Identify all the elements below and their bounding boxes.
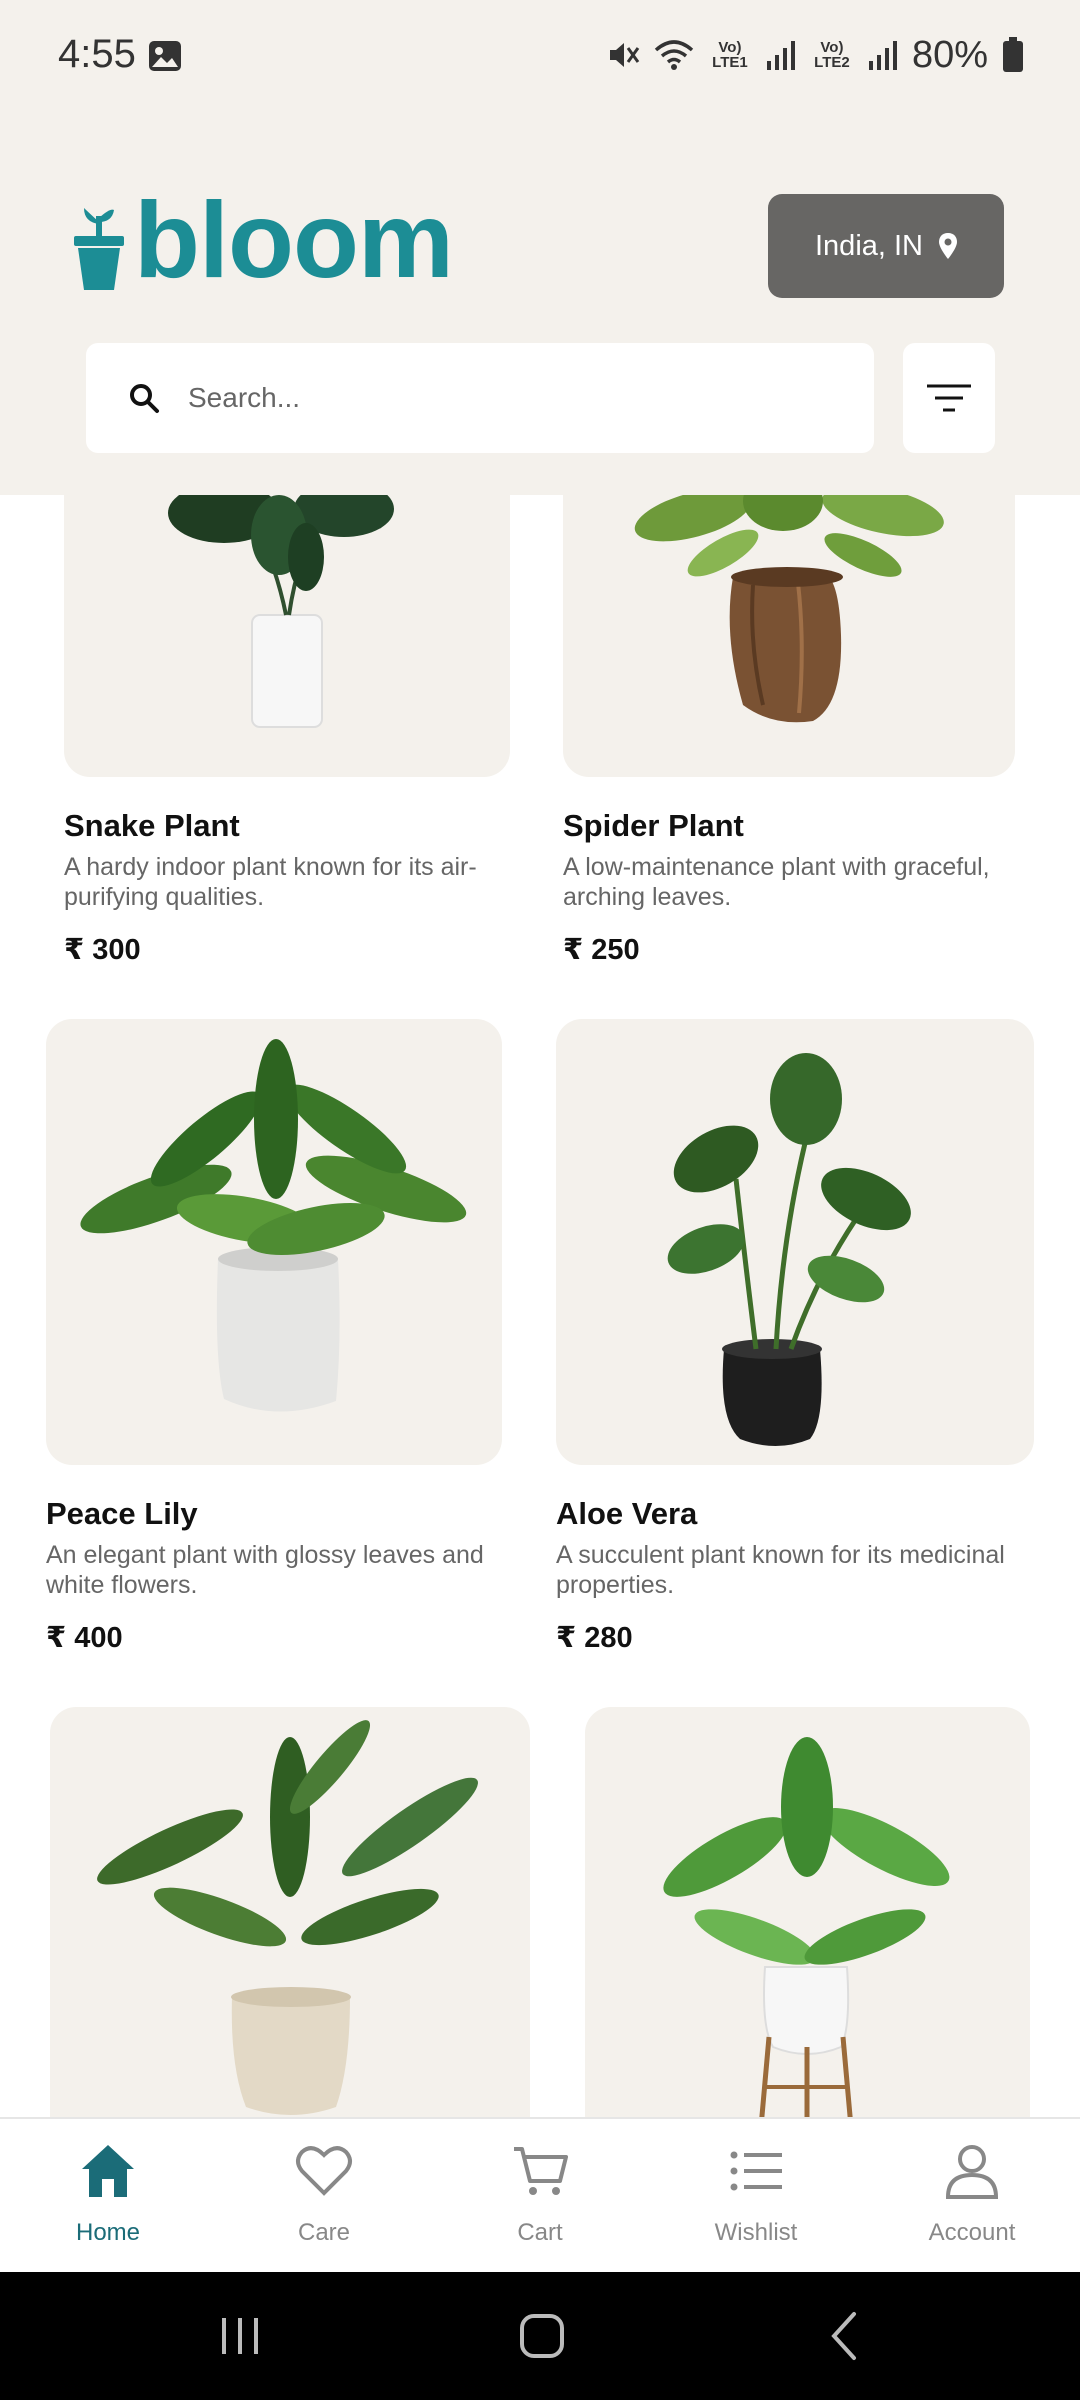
status-icons: Vo) LTE1 Vo) LTE2 80% (606, 30, 1024, 80)
search-placeholder: Search... (188, 382, 301, 413)
product-grid[interactable]: Snake Plant A hardy indoor plant known f… (0, 495, 1080, 2117)
sim2-label: Vo) LTE2 (814, 39, 850, 71)
app-logo: bloom (74, 179, 454, 300)
product-image[interactable] (563, 495, 1015, 777)
cart-icon (514, 2147, 568, 2195)
product-name: Spider Plant (563, 808, 744, 843)
nav-account[interactable]: Account (864, 2119, 1080, 2274)
heart-icon (296, 2146, 352, 2196)
product-name: Aloe Vera (556, 1496, 698, 1531)
nav-home[interactable]: Home (0, 2119, 216, 2274)
product-price: ₹ 250 (563, 934, 640, 966)
nav-label: Cart (517, 2219, 563, 2246)
filter-button[interactable] (903, 343, 995, 453)
user-icon (945, 2145, 999, 2199)
location-pin-icon (939, 233, 957, 259)
plant-image (168, 495, 394, 728)
product-image[interactable] (46, 1019, 502, 1465)
product-image[interactable] (585, 1707, 1030, 2117)
product-image[interactable] (50, 1707, 530, 2117)
wifi-icon (654, 40, 694, 70)
search-icon (130, 384, 159, 413)
nav-label: Wishlist (714, 2219, 798, 2246)
product-name: Peace Lily (46, 1496, 198, 1531)
plant-image (97, 1720, 478, 2115)
list-icon (730, 2151, 782, 2191)
back-icon[interactable] (816, 2306, 876, 2366)
header: bloom India, IN Search... (0, 110, 1080, 495)
nav-label: Care (297, 2219, 351, 2246)
plant-image (634, 495, 944, 723)
nav-care[interactable]: Care (216, 2119, 432, 2274)
mute-icon (609, 43, 640, 67)
plant-image (663, 1737, 950, 2117)
product-description: A succulent plant known for its medicina… (556, 1541, 1005, 1599)
product-description: A low-maintenance plant with graceful, a… (563, 853, 990, 911)
recent-apps-icon[interactable] (210, 2306, 270, 2366)
product-name: Snake Plant (64, 808, 240, 843)
home-icon (82, 2145, 134, 2197)
signal-1-icon (766, 41, 795, 70)
filter-icon (927, 384, 971, 412)
product-image[interactable] (556, 1019, 1034, 1465)
nav-cart[interactable]: Cart (432, 2119, 648, 2274)
battery-icon (1003, 37, 1023, 72)
home-button-icon[interactable] (512, 2306, 572, 2366)
product-description: A hardy indoor plant known for its air-p… (64, 853, 477, 911)
product-price: ₹ 400 (46, 1622, 123, 1654)
product-price: ₹ 280 (556, 1622, 633, 1654)
system-navigation-bar (0, 2272, 1080, 2400)
nav-label: Account (928, 2219, 1016, 2246)
signal-2-icon (868, 41, 897, 70)
location-button[interactable]: India, IN (768, 194, 1004, 298)
product-description: An elegant plant with glossy leaves and … (46, 1541, 484, 1599)
battery-percentage: 80% (911, 33, 988, 76)
bottom-navigation: Home Care Cart Wishlist Account (0, 2117, 1080, 2274)
location-label: India, IN (815, 229, 923, 262)
status-bar: 4:55 Vo) LTE1 Vo) LTE2 80% (0, 0, 1080, 110)
plant-image (667, 1053, 911, 1446)
plant-pot-logo-icon (74, 208, 124, 290)
status-time: 4:55 (58, 32, 136, 76)
product-price: ₹ 300 (64, 934, 141, 966)
nav-label: Home (75, 2219, 141, 2246)
nav-wishlist[interactable]: Wishlist (648, 2119, 864, 2274)
logo-text: bloom (134, 179, 454, 300)
plant-image (80, 1039, 467, 1412)
sim1-label: Vo) LTE1 (712, 39, 748, 71)
gallery-notification-icon (149, 41, 181, 71)
search-input[interactable]: Search... (86, 343, 874, 453)
product-image[interactable] (64, 495, 510, 777)
